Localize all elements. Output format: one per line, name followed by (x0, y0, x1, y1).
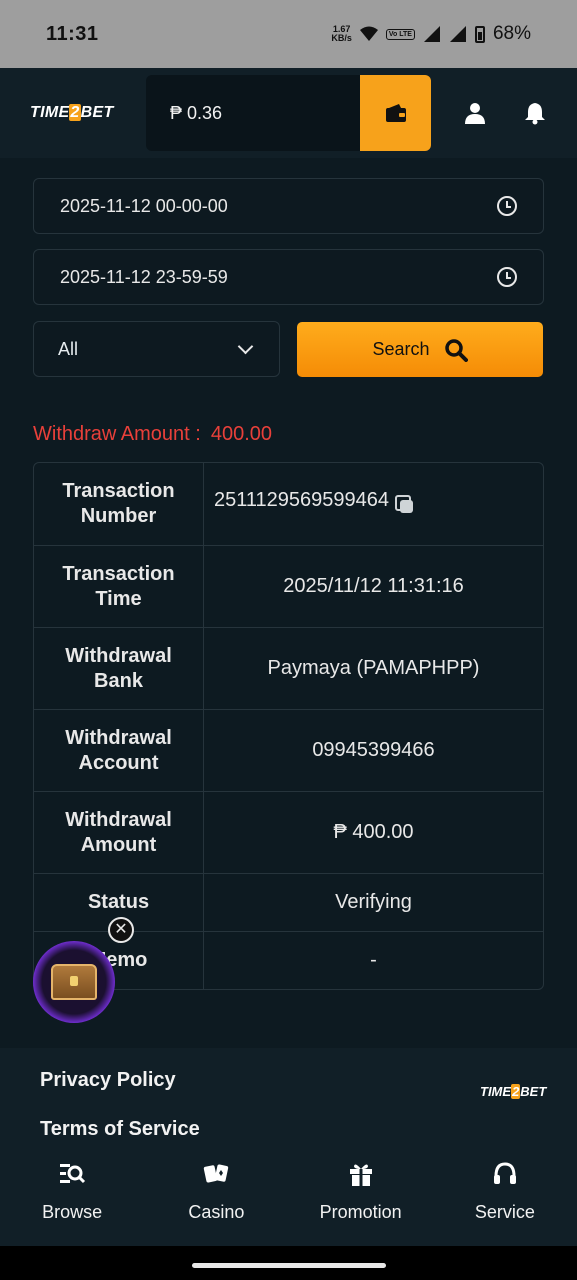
row-value: 2511129569599464 (204, 463, 543, 545)
nav-promotion-label: Promotion (319, 1202, 402, 1222)
balance-amount: ₱ 0.36 (170, 102, 223, 123)
status-time: 11:31 (46, 22, 99, 45)
start-time-field[interactable]: 2025-11-12 00-00-00 (33, 178, 544, 234)
close-icon[interactable]: ✕ (108, 917, 134, 943)
volte-badge: Vo LTE (385, 28, 415, 40)
transaction-number: 2511129569599464 (214, 489, 389, 511)
row-label: Withdrawal Amount (34, 792, 204, 873)
row-value: ₱ 400.00 (333, 821, 414, 843)
search-button-label: Search (372, 339, 430, 359)
search-icon (444, 338, 468, 362)
table-row: Withdrawal Bank Paymaya (PAMAPHPP) (34, 628, 543, 710)
battery-icon (474, 25, 485, 43)
transaction-details-table: Transaction Number 2511129569599464 Tran… (33, 462, 544, 990)
search-button[interactable]: Search (297, 322, 543, 377)
row-label: Transaction Time (34, 546, 204, 627)
nav-promotion[interactable]: Promotion (289, 1148, 433, 1246)
nav-service[interactable]: Service (433, 1148, 577, 1246)
start-time-value: 2025-11-12 00-00-00 (60, 195, 228, 216)
withdraw-amount-value: 400.00 (210, 423, 273, 445)
row-label: Withdrawal Bank (34, 628, 204, 709)
row-label: Withdrawal Account (34, 710, 204, 791)
footer: Privacy Policy Terms of Service TIME2BET (0, 1048, 577, 1160)
signal-icon (423, 26, 440, 42)
nav-browse[interactable]: Browse (0, 1148, 144, 1246)
wallet-button[interactable] (360, 75, 431, 151)
browse-icon (60, 1164, 86, 1184)
table-row: Transaction Number 2511129569599464 (34, 463, 543, 546)
terms-of-service-link[interactable]: Terms of Service (40, 1118, 200, 1141)
table-row: Transaction Time 2025/11/12 11:31:16 (34, 546, 543, 628)
status-select[interactable]: All (33, 321, 280, 377)
treasure-chest-icon (51, 964, 97, 1000)
status-bar: 11:31 1.67 KB/s Vo LTE 68% (0, 0, 577, 68)
headset-icon (493, 1162, 516, 1184)
nav-casino[interactable]: Casino (144, 1148, 288, 1246)
signal-icon-2 (449, 26, 466, 42)
bottom-nav: Browse Casino Promotion Service (0, 1148, 577, 1246)
row-value: 2025/11/12 11:31:16 (283, 575, 464, 597)
status-select-value: All (58, 338, 79, 359)
treasure-chest-promo[interactable] (33, 941, 115, 1023)
bell-icon[interactable] (523, 101, 547, 125)
footer-logo: TIME2BET (480, 1084, 547, 1099)
withdraw-amount-summary: Withdraw Amount : 400.00 (33, 423, 272, 446)
table-row: Withdrawal Amount ₱ 400.00 (34, 792, 543, 874)
end-time-field[interactable]: 2025-11-12 23-59-59 (33, 249, 544, 305)
network-speed: 1.67 KB/s (331, 24, 352, 43)
end-time-value: 2025-11-12 23-59-59 (60, 266, 228, 287)
nav-service-label: Service (474, 1202, 535, 1222)
cards-icon (204, 1164, 229, 1183)
row-value: Verifying (335, 891, 412, 913)
privacy-policy-link[interactable]: Privacy Policy (40, 1069, 176, 1092)
row-value: - (370, 949, 377, 971)
clock-icon (497, 267, 517, 287)
logo[interactable]: TIME2BET (30, 104, 114, 122)
balance-box: ₱ 0.36 (146, 75, 431, 151)
chevron-down-icon (237, 338, 254, 354)
row-value: 09945399466 (312, 739, 435, 761)
table-row: Withdrawal Account 09945399466 (34, 710, 543, 792)
nav-casino-label: Casino (188, 1202, 245, 1222)
home-gesture-bar[interactable] (192, 1263, 386, 1268)
wifi-icon (359, 26, 378, 41)
row-value: Paymaya (PAMAPHPP) (267, 657, 480, 679)
user-icon[interactable] (463, 101, 487, 125)
clock-icon (497, 196, 517, 216)
withdraw-amount-label: Withdraw Amount : (33, 423, 201, 445)
row-label: Transaction Number (34, 463, 204, 545)
gift-icon (349, 1164, 372, 1186)
copy-icon[interactable] (395, 495, 413, 513)
battery-percent: 68% (492, 23, 531, 44)
app-header: TIME2BET ₱ 0.36 (0, 68, 577, 158)
wallet-icon (385, 104, 406, 122)
nav-browse-label: Browse (42, 1202, 103, 1222)
